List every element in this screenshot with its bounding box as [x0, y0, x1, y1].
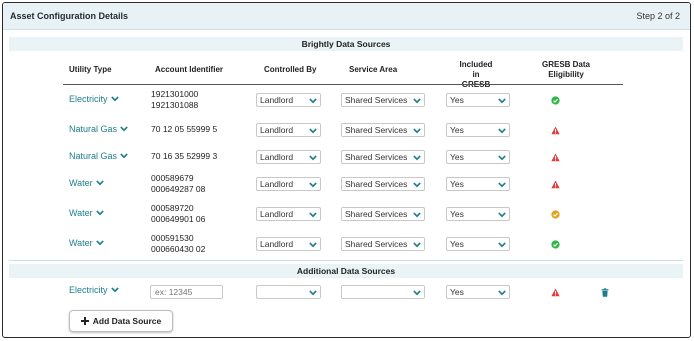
included-in-gresb-select[interactable]: Yes: [446, 93, 510, 107]
chevron-down-icon: [498, 212, 506, 218]
service-area-select[interactable]: Shared Services: [341, 207, 425, 221]
col-included-in-gresb: Included in GRESB: [459, 60, 493, 89]
chevron-down-icon: [309, 290, 317, 296]
chevron-down-icon: [120, 153, 128, 159]
chevron-down-icon: [498, 128, 506, 134]
chevron-down-icon: [110, 287, 119, 293]
chevron-down-icon: [309, 155, 317, 161]
chevron-down-icon: [309, 128, 317, 134]
additional-utility-dropdown[interactable]: Electricity: [69, 285, 119, 295]
chevron-down-icon: [498, 242, 506, 248]
warning-icon: [551, 288, 560, 297]
chevron-down-icon: [413, 182, 421, 188]
col-gresb-eligibility: GRESB Data Eligibility: [541, 60, 590, 79]
trash-icon[interactable]: [601, 288, 609, 297]
check-circle-icon: [551, 210, 560, 219]
chevron-down-icon: [95, 180, 104, 186]
brightly-section-heading: Brightly Data Sources: [9, 37, 683, 51]
utility-type-dropdown[interactable]: Natural Gas: [69, 151, 128, 161]
chevron-down-icon: [309, 98, 317, 104]
controlled-by-select[interactable]: Landlord: [256, 150, 321, 164]
included-in-gresb-select[interactable]: Yes: [446, 123, 510, 137]
section-divider: [9, 260, 683, 261]
service-area-select[interactable]: Shared Services: [341, 150, 425, 164]
service-area-select[interactable]: Shared Services: [341, 237, 425, 251]
chevron-down-icon: [110, 96, 119, 102]
controlled-by-select[interactable]: Landlord: [256, 237, 321, 251]
check-circle-icon: [551, 240, 560, 249]
included-in-gresb-select[interactable]: Yes: [446, 150, 510, 164]
service-area-select[interactable]: Shared Services: [341, 123, 425, 137]
warning-icon: [551, 153, 560, 162]
included-in-gresb-select[interactable]: Yes: [446, 177, 510, 191]
chevron-down-icon: [498, 98, 506, 104]
chevron-down-icon: [413, 155, 421, 161]
asset-configuration-panel: Asset Configuration Details Step 2 of 2 …: [2, 2, 691, 338]
chevron-down-icon: [498, 182, 506, 188]
utility-type-dropdown[interactable]: Natural Gas: [69, 124, 128, 134]
add-data-source-button[interactable]: Add Data Source: [69, 310, 173, 332]
additional-controlled-by-select[interactable]: [256, 285, 321, 299]
chevron-down-icon: [413, 290, 421, 296]
utility-type-dropdown[interactable]: Electricity: [69, 94, 119, 104]
chevron-down-icon: [120, 126, 128, 132]
header-divider: [63, 84, 623, 85]
chevron-down-icon: [95, 240, 104, 246]
additional-service-area-select[interactable]: [341, 285, 425, 299]
included-in-gresb-select[interactable]: Yes: [446, 207, 510, 221]
warning-icon: [551, 180, 560, 189]
controlled-by-select[interactable]: Landlord: [256, 207, 321, 221]
account-identifier: 70 16 35 52999 3: [151, 151, 218, 161]
utility-type-dropdown[interactable]: Water: [69, 238, 104, 248]
plus-icon: [80, 317, 89, 325]
page-title: Asset Configuration Details: [10, 11, 129, 21]
chevron-down-icon: [498, 155, 506, 161]
panel-header: Asset Configuration Details Step 2 of 2: [3, 3, 690, 30]
controlled-by-select[interactable]: Landlord: [256, 123, 321, 137]
additional-included-select[interactable]: Yes: [446, 285, 510, 299]
col-service-area: Service Area: [349, 65, 398, 74]
col-controlled-by: Controlled By: [264, 65, 317, 74]
chevron-down-icon: [498, 290, 506, 296]
chevron-down-icon: [309, 212, 317, 218]
chevron-down-icon: [309, 242, 317, 248]
account-identifier-input[interactable]: [150, 285, 223, 299]
chevron-down-icon: [413, 128, 421, 134]
account-identifier: 000589679 000649287 08: [151, 173, 206, 194]
warning-icon: [551, 126, 560, 135]
account-identifier: 000591530 000660430 02: [151, 233, 206, 254]
col-utility-type: Utility Type: [69, 65, 112, 74]
chevron-down-icon: [413, 242, 421, 248]
service-area-select[interactable]: Shared Services: [341, 93, 425, 107]
chevron-down-icon: [413, 212, 421, 218]
chevron-down-icon: [309, 182, 317, 188]
chevron-down-icon: [413, 98, 421, 104]
step-indicator: Step 2 of 2: [636, 11, 680, 21]
account-identifier: 70 12 05 55999 5: [151, 124, 218, 134]
included-in-gresb-select[interactable]: Yes: [446, 237, 510, 251]
service-area-select[interactable]: Shared Services: [341, 177, 425, 191]
additional-section-heading: Additional Data Sources: [9, 264, 683, 278]
controlled-by-select[interactable]: Landlord: [256, 93, 321, 107]
check-circle-icon: [551, 96, 560, 105]
utility-type-dropdown[interactable]: Water: [69, 178, 104, 188]
chevron-down-icon: [95, 210, 104, 216]
controlled-by-select[interactable]: Landlord: [256, 177, 321, 191]
col-account-identifier: Account Identifier: [155, 65, 224, 74]
account-identifier: 1921301000 1921301088: [151, 89, 199, 110]
account-identifier: 000589720 000649901 06: [151, 203, 206, 224]
utility-type-dropdown[interactable]: Water: [69, 208, 104, 218]
